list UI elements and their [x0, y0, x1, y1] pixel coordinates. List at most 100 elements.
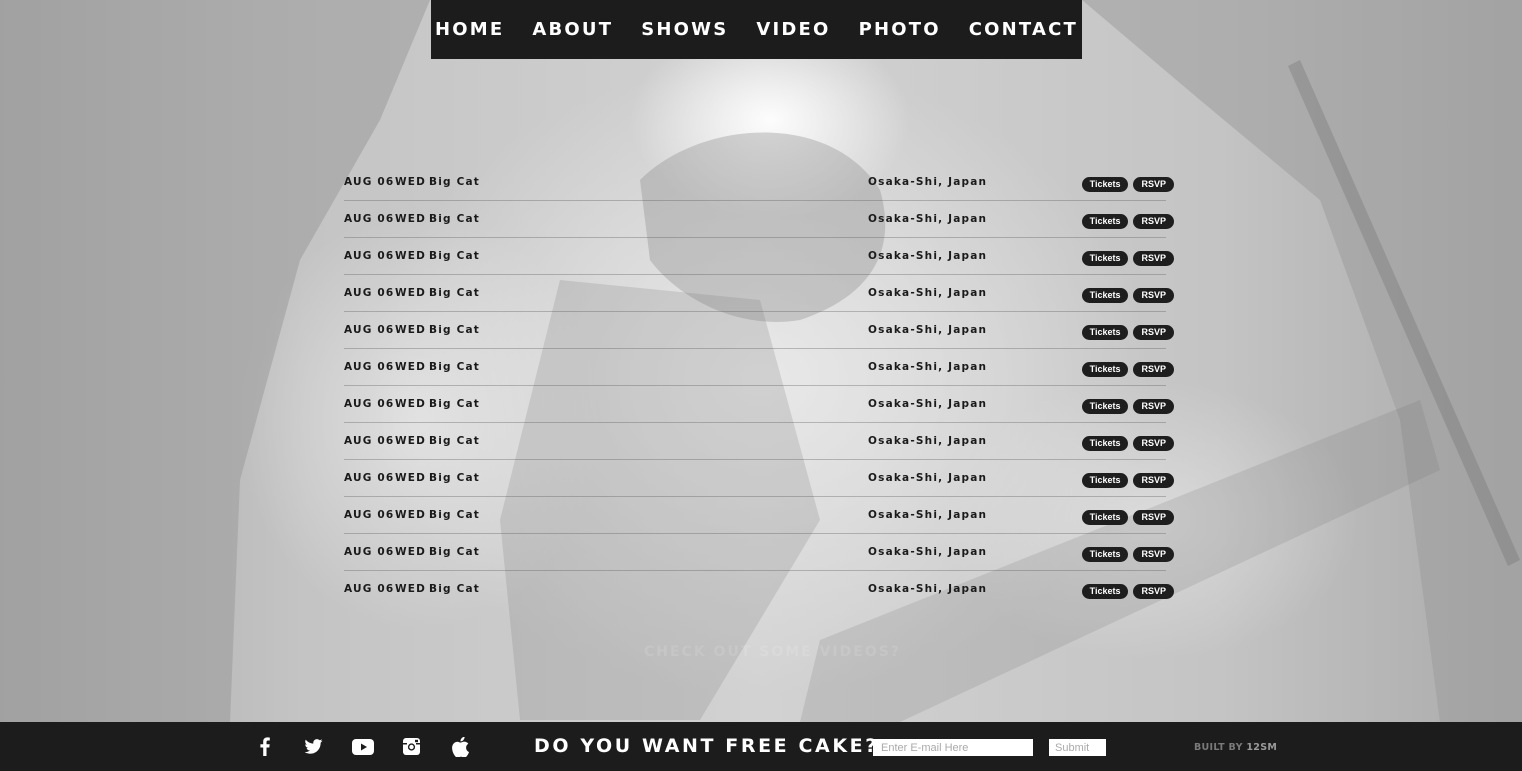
nav-video[interactable]: VIDEO [756, 19, 830, 40]
rsvp-button[interactable]: RSVP [1133, 547, 1174, 562]
rsvp-button[interactable]: RSVP [1133, 214, 1174, 229]
rsvp-button[interactable]: RSVP [1133, 288, 1174, 303]
show-row: AUG 06 WED Big Cat Osaka-Shi, Japan Tick… [344, 349, 1174, 386]
twitter-icon[interactable] [289, 722, 338, 771]
rsvp-button[interactable]: RSVP [1133, 325, 1174, 340]
rsvp-button[interactable]: RSVP [1133, 510, 1174, 525]
show-row: AUG 06 WED Big Cat Osaka-Shi, Japan Tick… [344, 497, 1174, 534]
rsvp-button[interactable]: RSVP [1133, 177, 1174, 192]
rsvp-button[interactable]: RSVP [1133, 362, 1174, 377]
tickets-button[interactable]: Tickets [1081, 325, 1129, 340]
show-row: AUG 06 WED Big Cat Osaka-Shi, Japan Tick… [344, 312, 1174, 349]
show-date: AUG 06 [344, 472, 395, 484]
show-date: AUG 06 [344, 176, 395, 188]
nav-contact[interactable]: CONTACT [969, 19, 1078, 40]
show-date: AUG 06 [344, 361, 395, 373]
tickets-button[interactable]: Tickets [1081, 362, 1129, 377]
youtube-icon[interactable] [338, 722, 387, 771]
show-day: WED [395, 250, 427, 262]
tickets-button[interactable]: Tickets [1081, 399, 1129, 414]
show-row: AUG 06 WED Big Cat Osaka-Shi, Japan Tick… [344, 201, 1174, 238]
show-day: WED [395, 398, 427, 410]
rsvp-button[interactable]: RSVP [1133, 251, 1174, 266]
rsvp-button[interactable]: RSVP [1133, 399, 1174, 414]
email-field[interactable] [873, 739, 1033, 756]
show-venue: Big Cat [429, 324, 480, 336]
show-venue: Big Cat [429, 509, 480, 521]
show-city: Osaka-Shi, Japan [868, 287, 988, 299]
built-by-name: 12SM [1246, 742, 1278, 753]
tickets-button[interactable]: Tickets [1081, 177, 1129, 192]
built-by-prefix: BUILT BY [1194, 742, 1243, 753]
show-city: Osaka-Shi, Japan [868, 250, 988, 262]
show-city: Osaka-Shi, Japan [868, 213, 988, 225]
show-venue: Big Cat [429, 472, 480, 484]
show-day: WED [395, 583, 427, 595]
tickets-button[interactable]: Tickets [1081, 288, 1129, 303]
submit-button[interactable]: Submit [1049, 739, 1106, 756]
show-date: AUG 06 [344, 583, 395, 595]
nav-shows[interactable]: SHOWS [641, 19, 728, 40]
show-row: AUG 06 WED Big Cat Osaka-Shi, Japan Tick… [344, 164, 1174, 201]
show-day: WED [395, 472, 427, 484]
show-city: Osaka-Shi, Japan [868, 472, 988, 484]
show-city: Osaka-Shi, Japan [868, 324, 988, 336]
show-day: WED [395, 176, 427, 188]
show-row: AUG 06 WED Big Cat Osaka-Shi, Japan Tick… [344, 275, 1174, 312]
rsvp-button[interactable]: RSVP [1133, 473, 1174, 488]
show-venue: Big Cat [429, 176, 480, 188]
social-links [240, 722, 485, 771]
show-city: Osaka-Shi, Japan [868, 546, 988, 558]
rsvp-button[interactable]: RSVP [1133, 436, 1174, 451]
show-city: Osaka-Shi, Japan [868, 361, 988, 373]
show-day: WED [395, 435, 427, 447]
show-city: Osaka-Shi, Japan [868, 176, 988, 188]
nav-home[interactable]: HOME [435, 19, 504, 40]
show-row: AUG 06 WED Big Cat Osaka-Shi, Japan Tick… [344, 460, 1174, 497]
videos-link[interactable]: CHECK OUT SOME VIDEOS? [644, 644, 901, 660]
show-row: AUG 06 WED Big Cat Osaka-Shi, Japan Tick… [344, 571, 1174, 608]
tickets-button[interactable]: Tickets [1081, 214, 1129, 229]
show-city: Osaka-Shi, Japan [868, 435, 988, 447]
show-day: WED [395, 213, 427, 225]
show-venue: Big Cat [429, 583, 480, 595]
show-row: AUG 06 WED Big Cat Osaka-Shi, Japan Tick… [344, 386, 1174, 423]
newsletter-headline: DO YOU WANT FREE CAKE? [534, 735, 879, 757]
nav-about[interactable]: ABOUT [532, 19, 613, 40]
facebook-icon[interactable] [240, 722, 289, 771]
show-venue: Big Cat [429, 213, 480, 225]
rsvp-button[interactable]: RSVP [1133, 584, 1174, 599]
show-venue: Big Cat [429, 398, 480, 410]
show-day: WED [395, 287, 427, 299]
show-venue: Big Cat [429, 546, 480, 558]
show-venue: Big Cat [429, 287, 480, 299]
show-city: Osaka-Shi, Japan [868, 398, 988, 410]
show-date: AUG 06 [344, 287, 395, 299]
tickets-button[interactable]: Tickets [1081, 473, 1129, 488]
tickets-button[interactable]: Tickets [1081, 584, 1129, 599]
show-venue: Big Cat [429, 361, 480, 373]
show-row: AUG 06 WED Big Cat Osaka-Shi, Japan Tick… [344, 423, 1174, 460]
show-date: AUG 06 [344, 213, 395, 225]
show-day: WED [395, 324, 427, 336]
apple-icon[interactable] [436, 722, 485, 771]
show-city: Osaka-Shi, Japan [868, 509, 988, 521]
footer-bar: DO YOU WANT FREE CAKE? [0, 722, 1522, 771]
tickets-button[interactable]: Tickets [1081, 510, 1129, 525]
nav-photo[interactable]: PHOTO [859, 19, 941, 40]
show-day: WED [395, 509, 427, 521]
tickets-button[interactable]: Tickets [1081, 251, 1129, 266]
show-date: AUG 06 [344, 250, 395, 262]
tickets-button[interactable]: Tickets [1081, 436, 1129, 451]
built-by-credit[interactable]: BUILT BY 12SM [1194, 742, 1277, 753]
show-row: AUG 06 WED Big Cat Osaka-Shi, Japan Tick… [344, 534, 1174, 571]
tickets-button[interactable]: Tickets [1081, 547, 1129, 562]
instagram-icon[interactable] [387, 722, 436, 771]
show-date: AUG 06 [344, 324, 395, 336]
show-city: Osaka-Shi, Japan [868, 583, 988, 595]
show-day: WED [395, 361, 427, 373]
show-venue: Big Cat [429, 435, 480, 447]
show-venue: Big Cat [429, 250, 480, 262]
show-date: AUG 06 [344, 398, 395, 410]
main-nav: HOME ABOUT SHOWS VIDEO PHOTO CONTACT [431, 0, 1082, 59]
